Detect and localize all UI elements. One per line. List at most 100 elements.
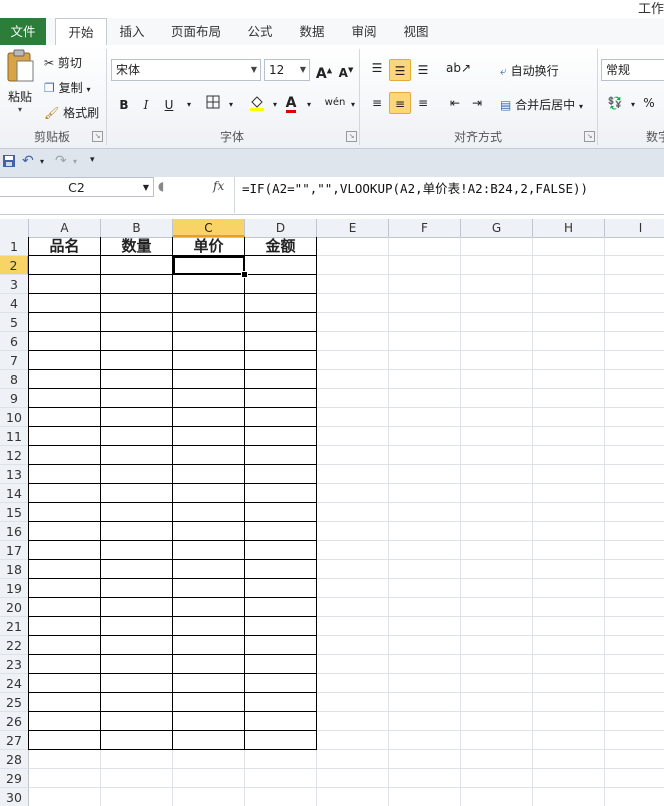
cell-b25[interactable] <box>101 693 173 712</box>
cell-h19[interactable] <box>533 579 605 598</box>
cell-d22[interactable] <box>245 636 317 655</box>
cell-a16[interactable] <box>28 522 101 541</box>
cell-b10[interactable] <box>101 408 173 427</box>
cell-f25[interactable] <box>389 693 461 712</box>
cell-c8[interactable] <box>173 370 245 389</box>
cell-b12[interactable] <box>101 446 173 465</box>
underline-dropdown-icon[interactable]: ▾ <box>178 94 200 116</box>
worksheet-grid[interactable]: ABCDEFGHI 1 品名 数量 单价 金额 2 3 4 5 6 7 8 9 10 11 12 13 14 15 1… <box>0 219 664 806</box>
cell-b2[interactable] <box>101 256 173 275</box>
cell-f29[interactable] <box>389 769 461 788</box>
cell-g19[interactable] <box>461 579 533 598</box>
row-header-20[interactable]: 20 <box>0 598 29 617</box>
tab-formulas[interactable]: 公式 <box>238 18 282 45</box>
cell-h17[interactable] <box>533 541 605 560</box>
cell-i5[interactable] <box>605 313 664 332</box>
cell-c29[interactable] <box>173 769 245 788</box>
cell-e29[interactable] <box>317 769 389 788</box>
cell-b23[interactable] <box>101 655 173 674</box>
cell-d17[interactable] <box>245 541 317 560</box>
decrease-indent-button[interactable]: ⇤ <box>444 92 466 114</box>
cell-g21[interactable] <box>461 617 533 636</box>
cell-f3[interactable] <box>389 275 461 294</box>
cell-h21[interactable] <box>533 617 605 636</box>
cell-h28[interactable] <box>533 750 605 769</box>
cell-d15[interactable] <box>245 503 317 522</box>
column-header-f[interactable]: F <box>389 219 461 237</box>
cell-i13[interactable] <box>605 465 664 484</box>
cell-d12[interactable] <box>245 446 317 465</box>
cell-a28[interactable] <box>29 750 101 769</box>
cell-a10[interactable] <box>28 408 101 427</box>
cell-f24[interactable] <box>389 674 461 693</box>
cell-h2[interactable] <box>533 256 605 275</box>
cell-h8[interactable] <box>533 370 605 389</box>
cell-i24[interactable] <box>605 674 664 693</box>
cell-c19[interactable] <box>173 579 245 598</box>
cell-c2[interactable] <box>173 256 245 275</box>
shrink-font-button[interactable]: A▼ <box>335 59 357 81</box>
cell-e2[interactable] <box>317 256 389 275</box>
cell-e3[interactable] <box>317 275 389 294</box>
tab-data[interactable]: 数据 <box>290 18 334 45</box>
cell-c28[interactable] <box>173 750 245 769</box>
cell-e22[interactable] <box>317 636 389 655</box>
tab-home[interactable]: 开始 <box>55 18 107 47</box>
cell-i10[interactable] <box>605 408 664 427</box>
cell-b19[interactable] <box>101 579 173 598</box>
cell-e15[interactable] <box>317 503 389 522</box>
row-header-7[interactable]: 7 <box>0 351 29 370</box>
cell-i25[interactable] <box>605 693 664 712</box>
cell-f13[interactable] <box>389 465 461 484</box>
cell-a22[interactable] <box>28 636 101 655</box>
orientation-button[interactable]: ab↗ <box>446 57 471 79</box>
cell-d5[interactable] <box>245 313 317 332</box>
row-header-8[interactable]: 8 <box>0 370 29 389</box>
cell-f15[interactable] <box>389 503 461 522</box>
cell-f12[interactable] <box>389 446 461 465</box>
row-header-15[interactable]: 15 <box>0 503 29 522</box>
cut-button[interactable]: ✂ 剪切 <box>44 54 82 71</box>
cell-g4[interactable] <box>461 294 533 313</box>
cell-f18[interactable] <box>389 560 461 579</box>
cell-a9[interactable] <box>28 389 101 408</box>
cell-b29[interactable] <box>101 769 173 788</box>
align-center-button[interactable]: ≡ <box>389 92 411 114</box>
row-header-10[interactable]: 10 <box>0 408 29 427</box>
row-header-29[interactable]: 29 <box>0 769 29 788</box>
cell-g11[interactable] <box>461 427 533 446</box>
cell-i11[interactable] <box>605 427 664 446</box>
formula-bar-resize-icon[interactable]: ◖ <box>158 179 164 193</box>
cell-c12[interactable] <box>173 446 245 465</box>
cell-b28[interactable] <box>101 750 173 769</box>
underline-button[interactable]: U <box>158 94 180 116</box>
cell-d24[interactable] <box>245 674 317 693</box>
cell-d30[interactable] <box>245 788 317 806</box>
cell-f30[interactable] <box>389 788 461 806</box>
cell-h24[interactable] <box>533 674 605 693</box>
cell-c26[interactable] <box>173 712 245 731</box>
cell-h30[interactable] <box>533 788 605 806</box>
copy-button[interactable]: ❐ 复制 ▾ <box>44 79 90 96</box>
copy-dropdown-icon[interactable]: ▾ <box>86 85 90 94</box>
cell-g15[interactable] <box>461 503 533 522</box>
cell-g13[interactable] <box>461 465 533 484</box>
cell-f20[interactable] <box>389 598 461 617</box>
cell-e16[interactable] <box>317 522 389 541</box>
font-color-dropdown-icon[interactable]: ▾ <box>298 94 320 116</box>
cell-d8[interactable] <box>245 370 317 389</box>
row-header-21[interactable]: 21 <box>0 617 29 636</box>
cell-g29[interactable] <box>461 769 533 788</box>
cell-h4[interactable] <box>533 294 605 313</box>
cell-b20[interactable] <box>101 598 173 617</box>
cell-g17[interactable] <box>461 541 533 560</box>
column-header-a[interactable]: A <box>29 219 101 237</box>
cell-e11[interactable] <box>317 427 389 446</box>
cell-h25[interactable] <box>533 693 605 712</box>
cell-h6[interactable] <box>533 332 605 351</box>
cell-g9[interactable] <box>461 389 533 408</box>
cell-b15[interactable] <box>101 503 173 522</box>
cell-a5[interactable] <box>28 313 101 332</box>
cell-i16[interactable] <box>605 522 664 541</box>
row-header-19[interactable]: 19 <box>0 579 29 598</box>
